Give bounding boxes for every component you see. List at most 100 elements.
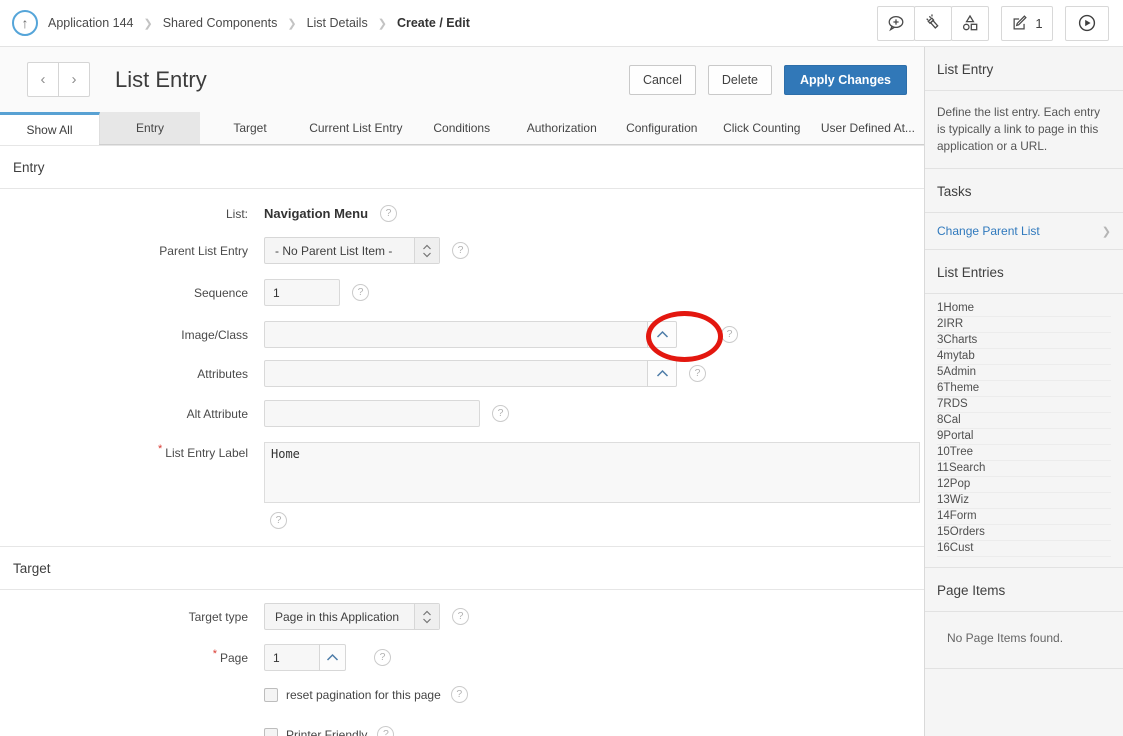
chevron-right-icon: ❯ xyxy=(287,17,296,30)
parent-list-entry-label: Parent List Entry xyxy=(0,244,248,258)
list-entry-item[interactable]: 5Admin xyxy=(937,365,1111,381)
printer-friendly-checkbox[interactable] xyxy=(264,728,278,736)
chevron-right-icon: ❯ xyxy=(1102,225,1111,238)
run-page-button[interactable] xyxy=(1065,6,1109,41)
help-icon[interactable]: ? xyxy=(352,284,369,301)
image-class-lov-button[interactable] xyxy=(647,321,677,348)
list-entry-item[interactable]: 11Search xyxy=(937,461,1111,477)
sidebar-description: Define the list entry. Each entry is typ… xyxy=(925,91,1123,169)
help-icon[interactable]: ? xyxy=(689,365,706,382)
breadcrumb-item[interactable]: List Details ❯ xyxy=(307,16,387,30)
help-icon[interactable]: ? xyxy=(492,405,509,422)
page-items-empty-message: No Page Items found. xyxy=(925,612,1123,669)
tab[interactable]: Conditions xyxy=(412,112,512,144)
list-entry-item[interactable]: 1Home xyxy=(937,301,1111,317)
help-icon[interactable]: ? xyxy=(270,512,287,529)
edit-page-icon xyxy=(1011,14,1029,32)
main-region: ‹ › List Entry Cancel Delete Apply Chang… xyxy=(0,47,924,736)
list-entry-item[interactable]: 8Cal xyxy=(937,413,1111,429)
attributes-label: Attributes xyxy=(0,367,248,381)
breadcrumb-item[interactable]: Application 144 ❯ xyxy=(48,16,153,30)
chevron-up-icon xyxy=(656,369,669,378)
list-entry-item[interactable]: 16Cust xyxy=(937,541,1111,557)
sequence-input[interactable] xyxy=(264,279,340,306)
list-entry-item[interactable]: 2IRR xyxy=(937,317,1111,333)
list-entry-item[interactable]: 3Charts xyxy=(937,333,1111,349)
alt-attribute-label: Alt Attribute xyxy=(0,407,248,421)
record-navigation: ‹ › xyxy=(27,62,90,97)
target-section-header: Target xyxy=(0,546,924,590)
help-icon[interactable]: ? xyxy=(452,608,469,625)
list-entry-item[interactable]: 6Theme xyxy=(937,381,1111,397)
page-input[interactable] xyxy=(264,644,320,671)
list-field-label: List: xyxy=(0,207,248,221)
play-icon xyxy=(1077,13,1097,33)
feedback-button[interactable] xyxy=(877,6,915,41)
target-type-label: Target type xyxy=(0,610,248,624)
next-button[interactable]: › xyxy=(58,62,90,97)
tab[interactable]: Configuration xyxy=(612,112,712,144)
list-entry-label-textarea[interactable]: Home xyxy=(264,442,920,503)
help-icon[interactable]: ? xyxy=(451,686,468,703)
chevron-up-icon xyxy=(326,653,339,662)
list-entry-label-label: *List Entry Label xyxy=(0,442,248,460)
help-icon[interactable]: ? xyxy=(380,205,397,222)
comment-plus-icon xyxy=(886,13,906,33)
tab[interactable]: Authorization xyxy=(512,112,612,144)
shared-components-button[interactable] xyxy=(951,6,989,41)
delete-button[interactable]: Delete xyxy=(708,65,772,95)
spotlight-search-button[interactable] xyxy=(914,6,952,41)
tab[interactable]: Click Counting xyxy=(712,112,812,144)
list-entry-item[interactable]: 7RDS xyxy=(937,397,1111,413)
list-entry-item[interactable]: 15Orders xyxy=(937,525,1111,541)
image-class-input[interactable] xyxy=(264,321,648,348)
help-icon[interactable]: ? xyxy=(377,726,394,736)
attributes-lov-button[interactable] xyxy=(647,360,677,387)
target-type-select[interactable]: Page in this Application xyxy=(264,603,440,630)
attributes-input[interactable] xyxy=(264,360,648,387)
help-icon[interactable]: ? xyxy=(374,649,391,666)
up-arrow-icon[interactable]: ↑ xyxy=(12,10,38,36)
breadcrumb-item[interactable]: Create / Edit ❯ xyxy=(397,16,470,30)
tab[interactable]: User Defined At... xyxy=(812,112,924,144)
field-row-parent-list-entry: Parent List Entry - No Parent List Item … xyxy=(0,237,924,264)
list-entries-list: 1Home 2IRR 3Charts 4mytab 5Admin 6Theme … xyxy=(925,294,1123,568)
field-row-alt-attribute: Alt Attribute ? xyxy=(0,400,924,427)
list-entry-item[interactable]: 4mytab xyxy=(937,349,1111,365)
chevron-up-icon xyxy=(656,330,669,339)
list-entry-item[interactable]: 9Portal xyxy=(937,429,1111,445)
breadcrumb-item[interactable]: Shared Components ❯ xyxy=(163,16,297,30)
edit-page-button[interactable]: 1 xyxy=(1001,6,1053,41)
parent-list-entry-select[interactable]: - No Parent List Item - xyxy=(264,237,440,264)
reset-pagination-checkbox[interactable] xyxy=(264,688,278,702)
edit-page-number: 1 xyxy=(1035,16,1042,31)
tab[interactable]: Show All xyxy=(0,112,100,144)
shapes-icon xyxy=(960,13,980,33)
field-row-sequence: Sequence ? xyxy=(0,279,924,306)
previous-button[interactable]: ‹ xyxy=(27,62,59,97)
page-header: ‹ › List Entry Cancel Delete Apply Chang… xyxy=(0,47,924,112)
list-entry-item[interactable]: 13Wiz xyxy=(937,493,1111,509)
tab-bar: Show All Entry Target Current List Entry… xyxy=(0,112,924,145)
page-items-title: Page Items xyxy=(925,568,1123,612)
list-entry-item[interactable]: 14Form xyxy=(937,509,1111,525)
list-entries-title: List Entries xyxy=(925,250,1123,294)
alt-attribute-input[interactable] xyxy=(264,400,480,427)
cancel-button[interactable]: Cancel xyxy=(629,65,696,95)
field-row-list: List: Navigation Menu ? xyxy=(0,205,924,222)
tab[interactable]: Current List Entry xyxy=(300,112,412,144)
tab[interactable]: Entry xyxy=(100,112,200,144)
change-parent-list-link[interactable]: Change Parent List ❯ xyxy=(925,213,1123,250)
apex-list-entry-page: ↑ Application 144 ❯ Shared Components ❯ … xyxy=(0,0,1123,736)
page-lov-button[interactable] xyxy=(319,644,346,671)
field-row-reset-pagination: reset pagination for this page ? xyxy=(264,686,924,703)
list-entry-item[interactable]: 12Pop xyxy=(937,477,1111,493)
apply-changes-button[interactable]: Apply Changes xyxy=(784,65,907,95)
flashlight-icon xyxy=(923,13,943,33)
list-entry-item[interactable]: 10Tree xyxy=(937,445,1111,461)
help-icon[interactable]: ? xyxy=(721,326,738,343)
required-asterisk: * xyxy=(158,443,162,455)
tab[interactable]: Target xyxy=(200,112,300,144)
printer-friendly-label: Printer Friendly xyxy=(286,728,367,736)
help-icon[interactable]: ? xyxy=(452,242,469,259)
